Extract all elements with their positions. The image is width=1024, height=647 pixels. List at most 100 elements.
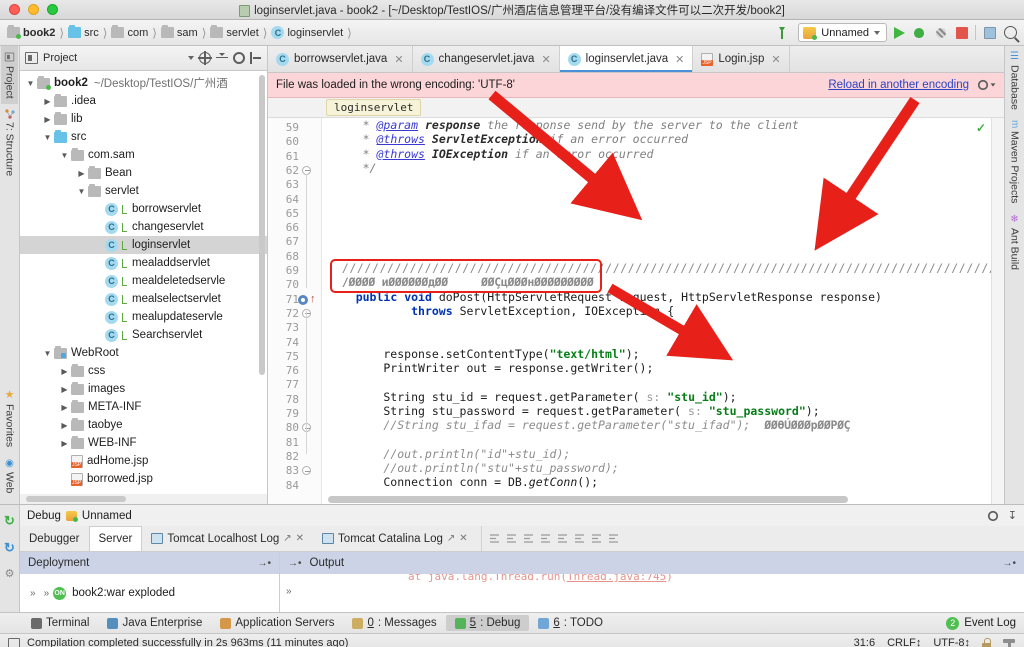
step-over-icon[interactable] [505, 532, 518, 545]
sidebar-item-project[interactable]: Project [1, 46, 18, 104]
editor-tab-bar[interactable]: Cborrowservlet.java✕Cchangeservlet.java✕… [268, 46, 1004, 73]
window-controls[interactable] [0, 4, 58, 15]
chevron-down-icon[interactable] [24, 79, 37, 88]
drop-frame-icon[interactable] [573, 532, 586, 545]
tree-row[interactable]: .idea [20, 92, 267, 110]
chevron-right-icon[interactable] [41, 115, 54, 124]
evaluate-expression-icon[interactable] [607, 532, 620, 545]
chevron-right-icon[interactable] [58, 385, 71, 394]
chevron-down-icon[interactable] [188, 56, 194, 60]
bottom-tab-messages[interactable]: 0: Messages [343, 615, 445, 631]
lock-icon[interactable] [982, 638, 991, 647]
detach-icon[interactable]: ↗ [283, 533, 291, 544]
tree-row[interactable]: css [20, 362, 267, 380]
project-tree[interactable]: book2~/Desktop/TestIOS/广州酒.idealibsrccom… [20, 71, 267, 494]
editor-gutter[interactable]: 59606162636465666768697071↑7273747576777… [268, 118, 322, 504]
tree-row[interactable]: borrowed.jsp [20, 470, 267, 488]
tree-row[interactable]: taobye [20, 416, 267, 434]
code-content[interactable]: * @param response the response send by t… [322, 118, 1004, 504]
output-console[interactable]: » at java.lang.Thread.run(Thread.java:74… [280, 574, 1024, 612]
chevron-down-icon[interactable] [58, 151, 71, 160]
maximize-window-button[interactable] [47, 4, 58, 15]
encoding-selector[interactable]: UTF-8↕ [933, 637, 970, 647]
editor-tab-borrowservlet-java[interactable]: Cborrowservlet.java✕ [268, 46, 413, 72]
breakpoint-marker[interactable]: ↑ [298, 295, 308, 305]
tree-row[interactable]: Bean [20, 164, 267, 182]
pin-icon[interactable]: →• [288, 558, 302, 569]
code-editor[interactable]: 59606162636465666768697071↑7273747576777… [268, 118, 1004, 504]
close-tab-icon[interactable]: ✕ [459, 533, 467, 544]
event-log-area[interactable]: 2Event Log [946, 617, 1024, 630]
fold-marker[interactable] [302, 466, 311, 475]
chevron-down-icon[interactable] [41, 133, 54, 142]
chevron-right-icon[interactable] [41, 97, 54, 106]
tree-row[interactable]: Cborrowservlet [20, 200, 267, 218]
tree-row[interactable]: adHome.jsp [20, 452, 267, 470]
sidebar-item-maven[interactable]: m Maven Projects [1007, 115, 1023, 209]
run-button[interactable] [894, 27, 905, 39]
run-to-cursor-icon[interactable] [590, 532, 603, 545]
sort-alphabetically-icon[interactable] [777, 26, 791, 40]
chevron-down-icon[interactable] [41, 349, 54, 358]
close-tab-icon[interactable]: ✕ [675, 53, 684, 66]
editor-tab-loginservlet-java[interactable]: Cloginservlet.java✕ [560, 46, 694, 72]
close-tab-icon[interactable]: ✕ [296, 533, 304, 544]
update-application-button[interactable] [983, 26, 997, 40]
settings-gear-icon[interactable] [988, 510, 998, 520]
tree-row[interactable]: Cmealselectservlet [20, 290, 267, 308]
notification-settings-button[interactable] [977, 79, 996, 91]
tree-row[interactable]: book2~/Desktop/TestIOS/广州酒 [20, 74, 267, 92]
memory-icon[interactable] [8, 638, 20, 647]
debug-tab-server[interactable]: Server [89, 526, 143, 551]
deployment-item-label[interactable]: book2:war exploded [72, 587, 175, 599]
breadcrumb-sam[interactable]: sam [160, 23, 199, 43]
bottom-tab-todo[interactable]: 6: TODO [529, 615, 612, 631]
close-window-button[interactable] [9, 4, 20, 15]
chevron-right-icon[interactable] [58, 421, 71, 430]
tree-row[interactable]: com.sam [20, 146, 267, 164]
bottom-tab-terminal[interactable]: Terminal [22, 615, 98, 631]
stacktrace-link[interactable]: Thread.java:745 [567, 574, 666, 583]
close-tab-icon[interactable]: ✕ [541, 53, 550, 66]
chevron-down-icon[interactable] [75, 187, 88, 196]
chevron-right-icon[interactable] [58, 367, 71, 376]
settings-icon[interactable]: ⚙ [5, 567, 15, 580]
tree-row[interactable]: src [20, 128, 267, 146]
debug-button[interactable] [912, 26, 927, 40]
minimize-window-button[interactable] [28, 4, 39, 15]
breadcrumb-com[interactable]: com [110, 23, 149, 43]
run-configuration-selector[interactable]: Unnamed [798, 23, 887, 42]
sidebar-item-database[interactable]: ☰ Database [1007, 46, 1023, 115]
close-tab-icon[interactable]: ✕ [394, 53, 403, 66]
expand-output-icon[interactable]: » [282, 586, 296, 597]
breadcrumb-chip-loginservlet[interactable]: loginservlet [326, 99, 421, 116]
bottom-tab-java-enterprise[interactable]: Java Enterprise [98, 615, 211, 631]
bottom-tool-strip[interactable]: TerminalJava EnterpriseApplication Serve… [0, 612, 1024, 633]
debug-tab-strip[interactable]: DebuggerServerTomcat Localhost Log↗✕Tomc… [20, 526, 1024, 552]
deployment-list[interactable]: » » ON book2:war exploded [20, 574, 279, 612]
editor-horizontal-scrollbar[interactable] [328, 496, 848, 503]
hammer-icon[interactable] [1003, 637, 1016, 647]
stop-button[interactable] [956, 27, 968, 39]
tree-row[interactable]: Cmealaddservlet [20, 254, 267, 272]
tree-row-selected[interactable]: Cloginservlet [20, 236, 267, 254]
tree-row[interactable]: lib [20, 110, 267, 128]
tree-row[interactable]: servlet [20, 182, 267, 200]
breadcrumb-loginservlet[interactable]: C loginservlet [270, 23, 344, 43]
tree-vertical-scrollbar[interactable] [259, 75, 265, 375]
show-execution-point-icon[interactable] [488, 532, 501, 545]
debug-tab-tomcat-localhost-log[interactable]: Tomcat Localhost Log↗✕ [142, 526, 313, 551]
sidebar-item-web[interactable]: ◉ Web [2, 453, 18, 498]
collapse-all-icon[interactable] [216, 52, 228, 64]
detach-icon[interactable]: ↗ [447, 533, 455, 544]
caret-position[interactable]: 31:6 [854, 637, 875, 647]
sidebar-item-structure[interactable]: 7: Structure [2, 104, 18, 181]
debug-tab-tomcat-catalina-log[interactable]: Tomcat Catalina Log↗✕ [313, 526, 477, 551]
tree-row[interactable]: WebRoot [20, 344, 267, 362]
editor-tab-login-jsp[interactable]: Login.jsp✕ [693, 46, 789, 72]
sidebar-item-favorites[interactable]: ★ Favorites [1, 383, 18, 452]
breadcrumb-servlet[interactable]: servlet [209, 23, 259, 43]
settings-gear-icon[interactable] [233, 52, 245, 64]
pin-icon[interactable]: →• [257, 558, 271, 569]
line-separator-selector[interactable]: CRLF↕ [887, 637, 921, 647]
